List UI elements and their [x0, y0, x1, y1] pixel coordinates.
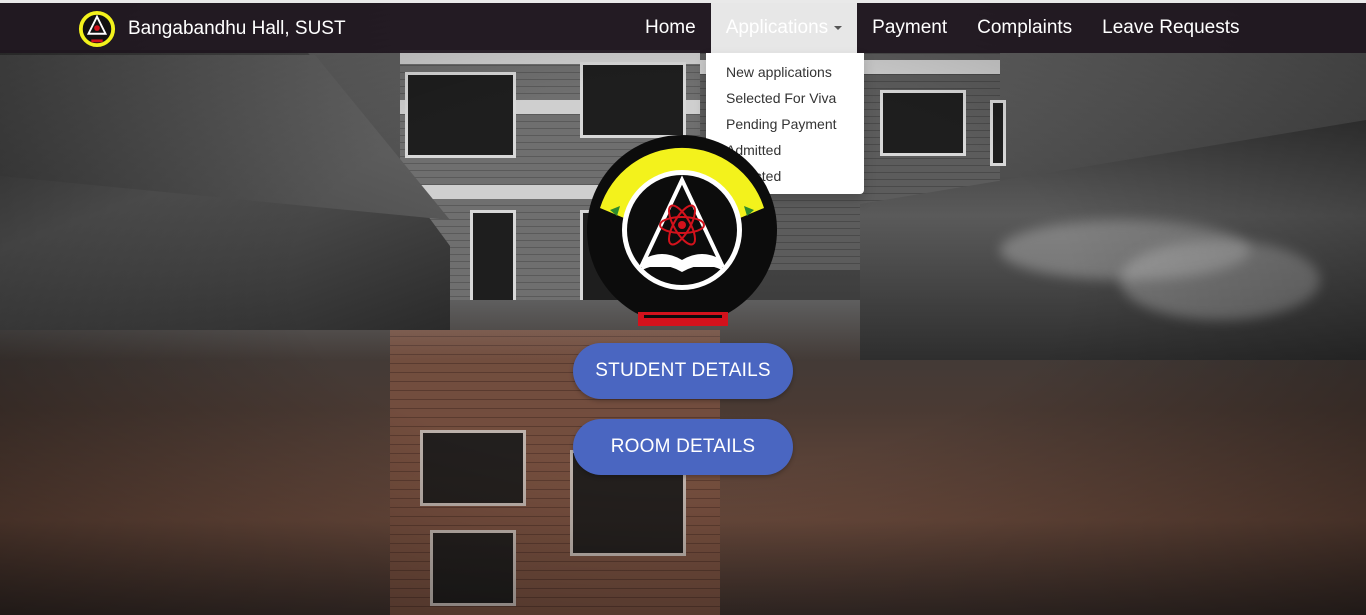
- brand[interactable]: Bangabandhu Hall, SUST: [78, 9, 346, 49]
- dropdown-item-new-applications[interactable]: New applications: [706, 59, 864, 85]
- main-nav: Home Applications Payment Complaints Lea…: [630, 3, 1255, 53]
- navbar: Bangabandhu Hall, SUST Home Applications…: [0, 3, 1366, 53]
- nav-home[interactable]: Home: [630, 3, 711, 53]
- university-logo-icon: [78, 10, 116, 48]
- nav-payment[interactable]: Payment: [857, 3, 962, 53]
- nav-leave-requests[interactable]: Leave Requests: [1087, 3, 1254, 53]
- brand-title: Bangabandhu Hall, SUST: [128, 18, 346, 39]
- room-details-button[interactable]: ROOM DETAILS: [573, 419, 793, 475]
- university-emblem-icon: [587, 135, 777, 326]
- nav-applications-label: Applications: [725, 17, 829, 38]
- caret-down-icon: [834, 25, 843, 30]
- nav-complaints[interactable]: Complaints: [962, 3, 1087, 53]
- student-details-button[interactable]: STUDENT DETAILS: [573, 343, 793, 399]
- nav-applications[interactable]: Applications: [710, 3, 858, 53]
- dropdown-item-selected-for-viva[interactable]: Selected For Viva: [706, 85, 864, 111]
